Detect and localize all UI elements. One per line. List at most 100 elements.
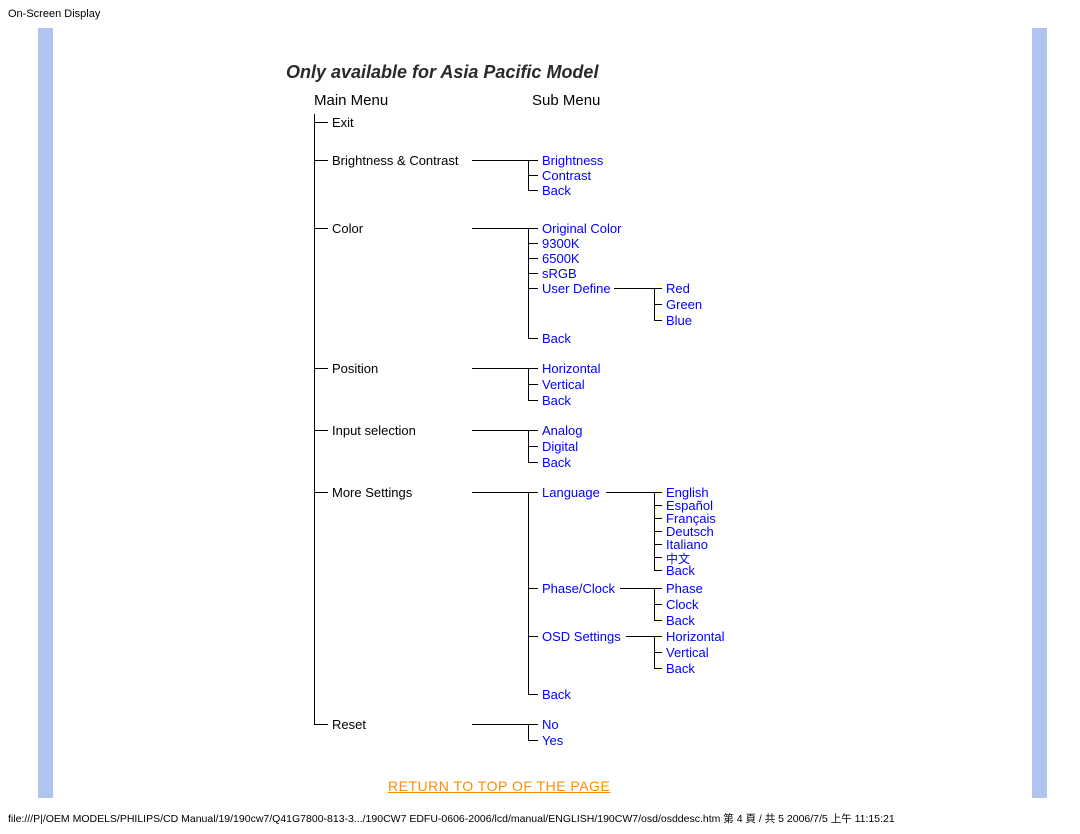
tree-line: [528, 636, 538, 637]
tree-line: [528, 462, 538, 463]
sub-contrast: Contrast: [542, 168, 591, 183]
tree-line: [472, 368, 528, 369]
tree-line: [472, 492, 528, 493]
third-red: Red: [666, 281, 690, 296]
tree-line: [528, 338, 538, 339]
tree-line: [528, 160, 538, 161]
third-back-pc: Back: [666, 613, 695, 628]
tree-line: [528, 492, 529, 694]
sub-back-4: Back: [542, 455, 571, 470]
tree-line: [528, 258, 538, 259]
menu-color: Color: [332, 221, 363, 236]
tree-line: [314, 228, 328, 229]
tree-line: [654, 557, 662, 558]
tree-line: [528, 724, 538, 725]
tree-line: [528, 288, 538, 289]
tree-line: [654, 505, 662, 506]
tree-line: [654, 668, 662, 669]
tree-line: [472, 228, 528, 229]
sub-horizontal: Horizontal: [542, 361, 601, 376]
sub-yes: Yes: [542, 733, 563, 748]
third-clock: Clock: [666, 597, 699, 612]
sub-digital: Digital: [542, 439, 578, 454]
menu-input-selection: Input selection: [332, 423, 416, 438]
tree-line: [528, 368, 538, 369]
sub-user-define: User Define: [542, 281, 611, 296]
lang-back: Back: [666, 563, 695, 578]
tree-line: [654, 604, 662, 605]
tree-line: [528, 228, 538, 229]
sub-osd-settings: OSD Settings: [542, 629, 621, 644]
page-title: On-Screen Display: [8, 8, 100, 20]
tree-line: [528, 384, 538, 385]
tree-line: [472, 160, 528, 161]
sub-brightness: Brightness: [542, 153, 603, 168]
tree-line: [314, 114, 315, 724]
tree-line: [626, 636, 654, 637]
third-vertical: Vertical: [666, 645, 709, 660]
tree-line: [654, 620, 662, 621]
tree-line: [314, 724, 328, 725]
sub-back-5: Back: [542, 687, 571, 702]
third-back-osd: Back: [666, 661, 695, 676]
section-heading: Only available for Asia Pacific Model: [286, 62, 598, 83]
tree-line: [528, 190, 538, 191]
sub-back-2: Back: [542, 331, 571, 346]
tree-line: [654, 588, 662, 589]
sub-menu-header: Sub Menu: [532, 92, 600, 109]
tree-line: [314, 122, 328, 123]
tree-line: [314, 430, 328, 431]
sub-back-3: Back: [542, 393, 571, 408]
third-horizontal: Horizontal: [666, 629, 725, 644]
tree-line: [314, 160, 328, 161]
main-menu-header: Main Menu: [314, 92, 388, 109]
third-blue: Blue: [666, 313, 692, 328]
tree-line: [528, 175, 538, 176]
sub-phase-clock: Phase/Clock: [542, 581, 615, 596]
menu-brightness-contrast: Brightness & Contrast: [332, 153, 458, 168]
tree-line: [620, 588, 654, 589]
sub-srgb: sRGB: [542, 266, 577, 281]
tree-line: [654, 518, 662, 519]
tree-line: [654, 492, 662, 493]
third-phase: Phase: [666, 581, 703, 596]
tree-line: [314, 492, 328, 493]
tree-line: [528, 228, 529, 338]
sub-vertical: Vertical: [542, 377, 585, 392]
tree-line: [654, 570, 662, 571]
tree-line: [472, 724, 528, 725]
tree-line: [528, 740, 538, 741]
tree-line: [654, 652, 662, 653]
sub-original-color: Original Color: [542, 221, 621, 236]
menu-more-settings: More Settings: [332, 485, 412, 500]
tree-line: [528, 446, 538, 447]
tree-line: [654, 636, 662, 637]
return-to-top-link[interactable]: RETURN TO TOP OF THE PAGE: [388, 778, 610, 794]
tree-line: [606, 492, 654, 493]
tree-line: [528, 400, 538, 401]
tree-line: [528, 694, 538, 695]
tree-line: [314, 368, 328, 369]
sub-language: Language: [542, 485, 600, 500]
tree-line: [654, 320, 662, 321]
tree-line: [528, 724, 529, 740]
menu-position: Position: [332, 361, 378, 376]
tree-line: [528, 588, 538, 589]
tree-line: [654, 531, 662, 532]
tree-line: [528, 243, 538, 244]
sub-9300k: 9300K: [542, 236, 580, 251]
left-margin-band: [38, 28, 53, 798]
tree-line: [528, 430, 538, 431]
tree-line: [614, 288, 654, 289]
tree-line: [528, 273, 538, 274]
sub-analog: Analog: [542, 423, 582, 438]
menu-reset: Reset: [332, 717, 366, 732]
right-margin-band: [1032, 28, 1047, 798]
sub-6500k: 6500K: [542, 251, 580, 266]
sub-no: No: [542, 717, 559, 732]
page-content: Only available for Asia Pacific Model Ma…: [60, 28, 860, 798]
tree-line: [654, 304, 662, 305]
tree-line: [472, 430, 528, 431]
tree-line: [654, 288, 662, 289]
footer-path: file:///P|/OEM MODELS/PHILIPS/CD Manual/…: [8, 811, 895, 826]
